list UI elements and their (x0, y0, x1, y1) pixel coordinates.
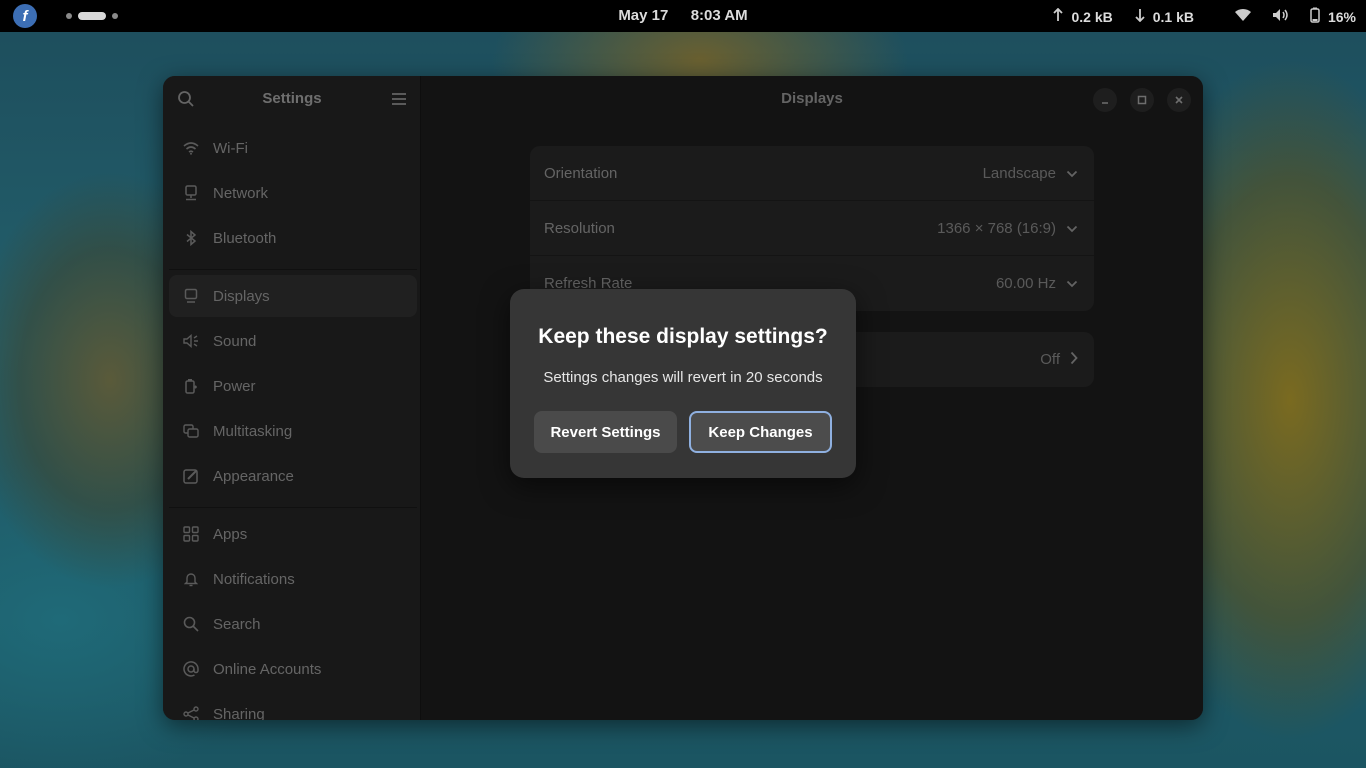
system-tray[interactable]: 0.2 kB 0.1 kB 16% (1053, 7, 1356, 26)
top-bar: f May 17 8:03 AM 0.2 kB 0.1 kB 16% (0, 0, 1366, 32)
clock-time[interactable]: 8:03 AM (691, 7, 748, 24)
keep-settings-dialog: Keep these display settings? Settings ch… (510, 289, 856, 478)
wifi-status-icon (1234, 8, 1252, 25)
workspace-dot[interactable] (112, 13, 118, 19)
volume-icon (1272, 8, 1290, 25)
dialog-message: Settings changes will revert in 20 secon… (543, 369, 823, 386)
clock-date[interactable]: May 17 (618, 7, 668, 24)
download-arrow-icon (1135, 8, 1145, 25)
network-speed: 0.2 kB 0.1 kB (1053, 7, 1194, 25)
upload-speed: 0.2 kB (1071, 8, 1113, 25)
revert-settings-button[interactable]: Revert Settings (534, 411, 677, 453)
keep-changes-button[interactable]: Keep Changes (689, 411, 832, 453)
workspace-dot[interactable] (66, 13, 72, 19)
active-workspace-pill[interactable] (78, 12, 106, 20)
upload-arrow-icon (1053, 7, 1064, 25)
download-speed: 0.1 kB (1152, 8, 1194, 25)
battery-icon (1310, 7, 1320, 26)
status-icons[interactable]: 16% (1234, 7, 1356, 26)
fedora-logo-icon[interactable]: f (13, 4, 37, 28)
battery-percent: 16% (1327, 8, 1356, 25)
workspace-indicator[interactable] (66, 12, 118, 20)
dialog-title: Keep these display settings? (538, 325, 828, 348)
